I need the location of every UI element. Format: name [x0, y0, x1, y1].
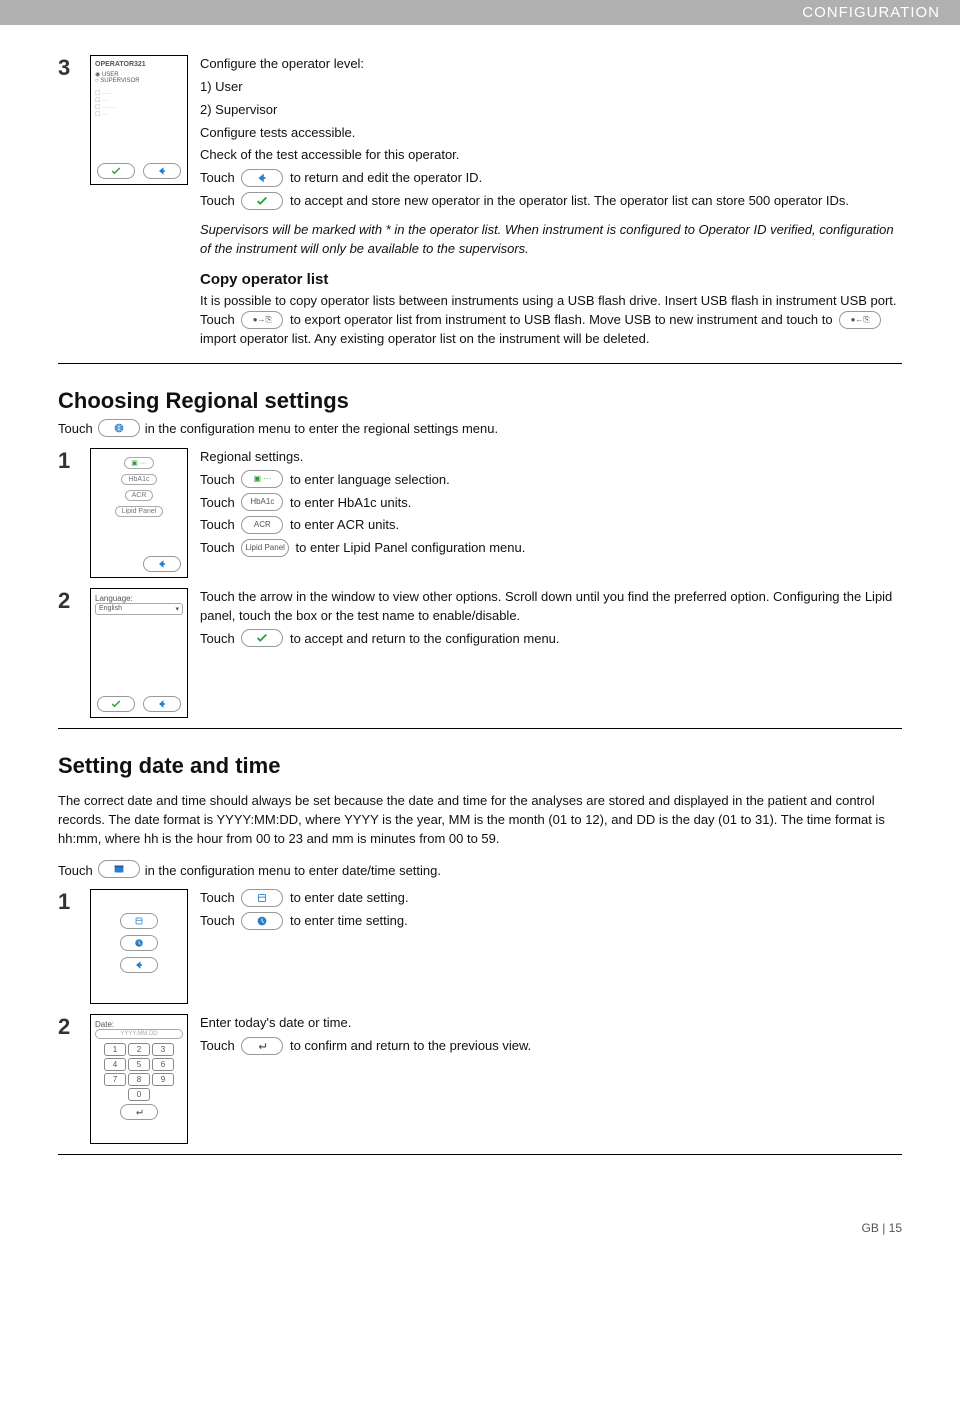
datetime-intro: The correct date and time should always … — [58, 792, 902, 849]
supervisor-note: Supervisors will be marked with * in the… — [200, 221, 902, 259]
step-number: 1 — [58, 889, 78, 1004]
lipid-btn: Lipid Panel — [115, 506, 164, 517]
regional-s1-screenshot: ▣ ··· HbA1c ACR Lipid Panel — [90, 448, 188, 578]
back-arrow-icon — [120, 957, 158, 973]
lang-btn: ▣ ··· — [124, 457, 154, 469]
screen-title: OPERATOR321 — [95, 61, 183, 68]
back-arrow-icon — [241, 169, 283, 187]
divider — [58, 1154, 902, 1155]
date-icon — [241, 889, 283, 907]
datetime-step-2: 2 Date: YYYY.MM.DD 123 456 789 0 Enter t… — [58, 1014, 902, 1144]
acr-icon: ACR — [241, 516, 283, 534]
datetime-s1-desc: Touch to enter date setting. Touch to en… — [200, 889, 902, 1004]
acr-btn: ACR — [125, 490, 154, 501]
step-number: 2 — [58, 588, 78, 718]
step-number: 3 — [58, 55, 78, 353]
back-arrow-icon — [143, 556, 181, 572]
step3-screenshot: OPERATOR321 ◉ USER ○ SUPERVISOR ☐ ····· … — [90, 55, 188, 185]
page-number: GB | 15 — [862, 1221, 902, 1235]
datetime-s1-screenshot — [90, 889, 188, 1004]
regional-intro: Touch in the configuration menu to enter… — [58, 420, 902, 438]
datetime-s2-desc: Enter today's date or time. Touch to con… — [200, 1014, 902, 1144]
page-body: 3 OPERATOR321 ◉ USER ○ SUPERVISOR ☐ ····… — [0, 25, 960, 1181]
step-number: 2 — [58, 1014, 78, 1144]
back-arrow-icon — [143, 696, 181, 712]
copy-body: It is possible to copy operator lists be… — [200, 292, 902, 349]
header-title: CONFIGURATION — [802, 4, 940, 21]
check-icon — [241, 629, 283, 647]
keypad: 123 456 789 0 — [95, 1043, 183, 1101]
step3-description: Configure the operator level: 1) User 2)… — [200, 55, 902, 353]
copy-heading: Copy operator list — [200, 269, 902, 291]
hba1c-btn: HbA1c — [121, 474, 156, 485]
hba1c-icon: HbA1c — [241, 493, 283, 511]
date-icon — [120, 913, 158, 929]
regional-heading: Choosing Regional settings — [58, 388, 902, 414]
dropdown-arrow-icon: ▾ — [175, 605, 179, 613]
divider — [58, 363, 902, 364]
check-icon — [97, 696, 135, 712]
step-3: 3 OPERATOR321 ◉ USER ○ SUPERVISOR ☐ ····… — [58, 55, 902, 353]
regional-s2-desc: Touch the arrow in the window to view ot… — [200, 588, 902, 718]
datetime-s2-screenshot: Date: YYYY.MM.DD 123 456 789 0 — [90, 1014, 188, 1144]
page-footer: GB | 15 — [0, 1181, 960, 1255]
enter-icon — [120, 1104, 158, 1120]
divider — [58, 728, 902, 729]
step-number: 1 — [58, 448, 78, 578]
globe-icon — [98, 419, 140, 437]
lang-icon: ▣ ··· — [241, 470, 283, 488]
clock-icon — [120, 935, 158, 951]
check-icon — [241, 192, 283, 210]
back-arrow-icon — [143, 163, 181, 179]
regional-s2-screenshot: Language: English ▾ — [90, 588, 188, 718]
usb-import-icon: ●←⎘ — [839, 311, 881, 329]
regional-step-2: 2 Language: English ▾ Touch the arrow in… — [58, 588, 902, 718]
regional-s1-desc: Regional settings. Touch ▣ ··· to enter … — [200, 448, 902, 578]
check-icon — [97, 163, 135, 179]
clock-icon — [241, 912, 283, 930]
calendar-icon — [98, 860, 140, 878]
usb-export-icon: ●→⎘ — [241, 311, 283, 329]
datetime-heading: Setting date and time — [58, 753, 902, 779]
datetime-step-1: 1 Touch to enter date setting. Touch to … — [58, 889, 902, 1004]
regional-step-1: 1 ▣ ··· HbA1c ACR Lipid Panel Regional s… — [58, 448, 902, 578]
enter-icon — [241, 1037, 283, 1055]
datetime-touchline: Touch in the configuration menu to enter… — [58, 861, 902, 879]
page-header: CONFIGURATION — [0, 0, 960, 25]
lipid-icon: Lipid Panel — [241, 539, 289, 557]
